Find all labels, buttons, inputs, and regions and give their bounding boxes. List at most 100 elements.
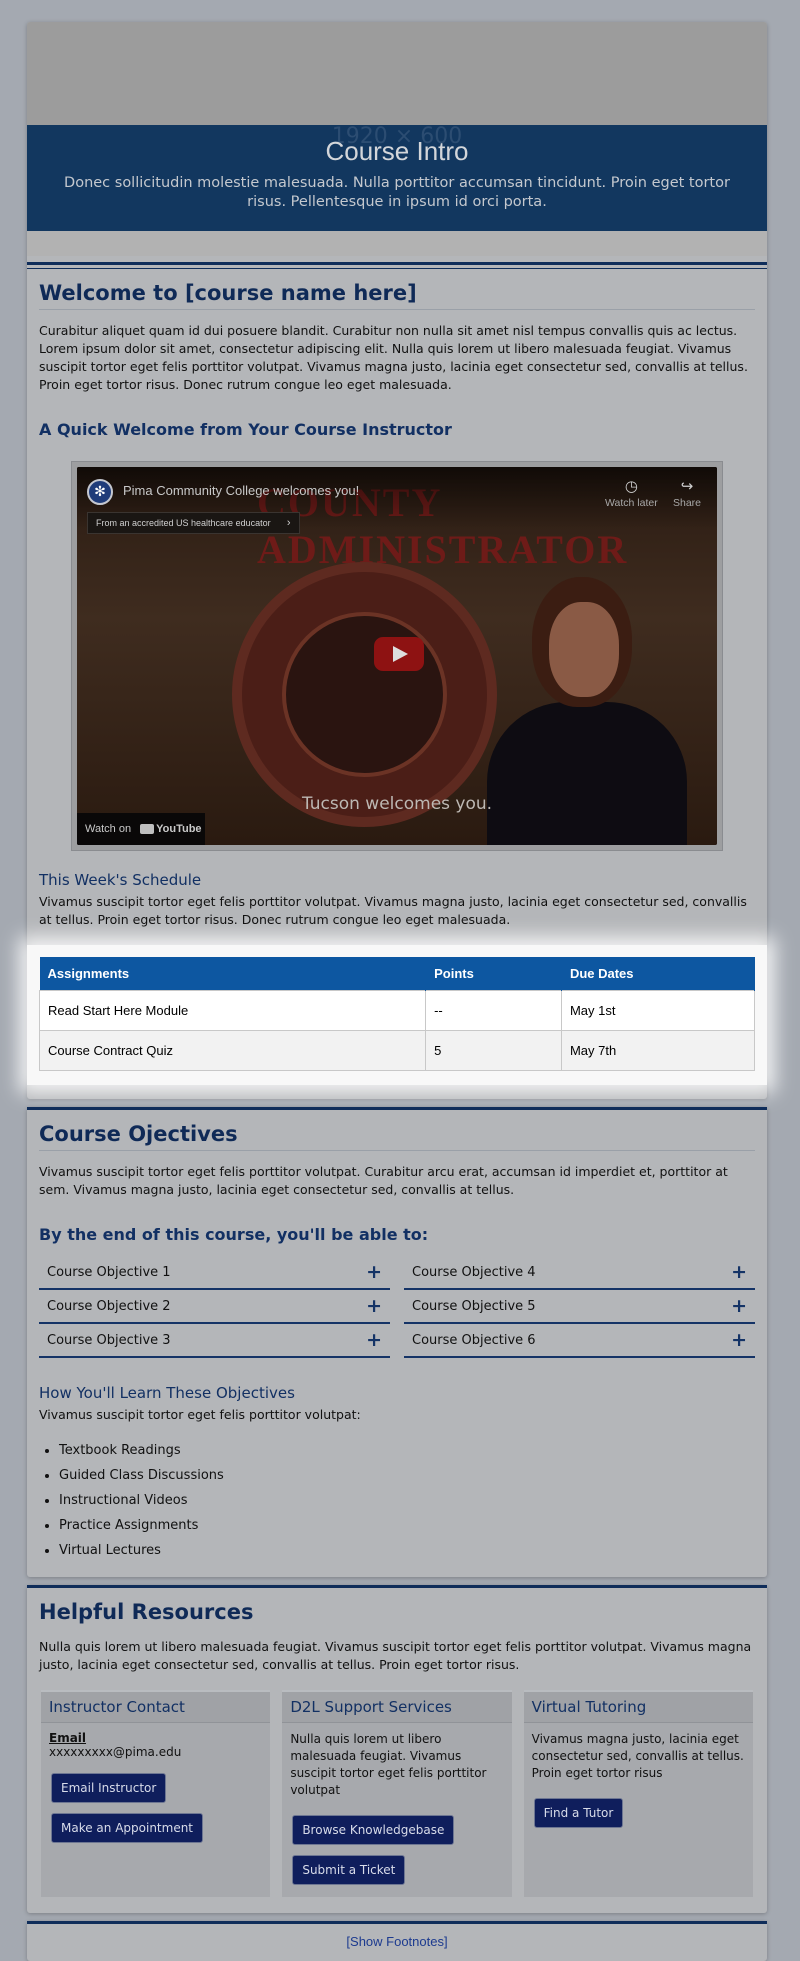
share-icon: ↪	[680, 478, 694, 495]
objectives-column-left: Course Objective 1 + Course Objective 2 …	[39, 1256, 390, 1358]
make-appointment-button[interactable]: Make an Appointment	[51, 1813, 204, 1843]
plus-icon: +	[366, 1329, 382, 1351]
list-item: Instructional Videos	[59, 1488, 755, 1513]
column-header-assignments: Assignments	[39, 957, 427, 991]
video-caption: Tucson welcomes you.	[301, 794, 493, 814]
objective-accordion-item[interactable]: Course Objective 6 +	[404, 1324, 755, 1358]
d2l-support-card: D2L Support Services Nulla quis lorem ut…	[282, 1690, 512, 1897]
video-frame: COUNTY ADMINISTRATOR ✻ Pima Community Co…	[71, 461, 723, 851]
column-header-points: Points	[425, 957, 562, 991]
instructor-buttons: Email Instructor Make an Appointment	[41, 1759, 270, 1843]
email-instructor-button[interactable]: Email Instructor	[51, 1773, 167, 1803]
chevron-right-icon: ›	[286, 517, 291, 529]
able-heading: By the end of this course, you'll be abl…	[39, 1225, 429, 1244]
table-cell: --	[425, 990, 562, 1031]
welcome-title: Welcome to [course name here]	[39, 281, 755, 310]
watch-on-label: Watch on	[85, 823, 132, 835]
objective-accordion-item[interactable]: Course Objective 1 +	[39, 1256, 390, 1290]
objective-label: Course Objective 5	[412, 1298, 536, 1314]
d2l-support-text: Nulla quis lorem ut libero malesuada feu…	[290, 1732, 487, 1797]
welcome-video[interactable]: COUNTY ADMINISTRATOR ✻ Pima Community Co…	[77, 467, 717, 845]
objectives-paragraph: Vivamus suscipit tortor eget felis portt…	[39, 1164, 728, 1197]
list-item: Practice Assignments	[59, 1513, 755, 1538]
schedule-table: Assignments Points Due Dates Read Start …	[38, 957, 756, 1071]
channel-logo-icon[interactable]: ✻	[87, 479, 113, 505]
divider	[27, 262, 767, 265]
info-panel-chip[interactable]: From an accredited US healthcare educato…	[87, 512, 300, 534]
learn-intro: Vivamus suscipit tortor eget felis portt…	[39, 1407, 361, 1422]
objective-label: Course Objective 3	[47, 1332, 171, 1348]
objectives-title: Course Ojectives	[39, 1122, 755, 1151]
plus-icon: +	[731, 1261, 747, 1283]
info-panel-text: From an accredited US healthcare educato…	[96, 518, 271, 528]
objective-accordion-item[interactable]: Course Objective 5 +	[404, 1290, 755, 1324]
column-header-due-dates: Due Dates	[561, 957, 756, 991]
virtual-tutoring-text: Vivamus magna justo, lacinia eget consec…	[531, 1732, 744, 1780]
table-cell: Read Start Here Module	[38, 990, 427, 1031]
welcome-card: 1920 × 600 Course Intro Donec sollicitud…	[27, 22, 767, 1099]
list-item: Guided Class Discussions	[59, 1463, 755, 1488]
instructor-email: xxxxxxxxx@pima.edu	[49, 1745, 182, 1759]
resources-card: Helpful Resources Nulla quis lorem ut li…	[27, 1585, 767, 1913]
welcome-paragraph: Curabitur aliquet quam id dui posuere bl…	[39, 323, 748, 392]
show-footnotes-link[interactable]: [Show Footnotes]	[27, 1924, 767, 1961]
submit-ticket-button[interactable]: Submit a Ticket	[292, 1855, 406, 1885]
banner-subtitle: Donec sollicitudin molestie malesuada. N…	[64, 175, 730, 210]
find-tutor-button[interactable]: Find a Tutor	[533, 1798, 624, 1828]
objective-label: Course Objective 1	[47, 1264, 171, 1280]
table-cell: 5	[425, 1030, 562, 1071]
resources-section: Helpful Resources Nulla quis lorem ut li…	[27, 1588, 767, 1674]
objectives-accordion: Course Objective 1 + Course Objective 2 …	[39, 1256, 755, 1358]
d2l-support-title: D2L Support Services	[282, 1692, 512, 1723]
table-cell: May 1st	[560, 990, 756, 1031]
video-heading: A Quick Welcome from Your Course Instruc…	[39, 420, 452, 439]
plus-icon: +	[731, 1295, 747, 1317]
county-seal-image	[232, 562, 497, 827]
objective-accordion-item[interactable]: Course Objective 4 +	[404, 1256, 755, 1290]
tutoring-buttons: Find a Tutor	[524, 1782, 753, 1828]
schedule-paragraph: Vivamus suscipit tortor eget felis portt…	[39, 894, 747, 927]
plus-icon: +	[366, 1295, 382, 1317]
learn-heading: How You'll Learn These Objectives	[39, 1384, 295, 1402]
objective-label: Course Objective 6	[412, 1332, 536, 1348]
learn-list: Textbook Readings Guided Class Discussio…	[39, 1438, 755, 1563]
browse-knowledgebase-button[interactable]: Browse Knowledgebase	[292, 1815, 455, 1845]
share-label: Share	[673, 497, 702, 509]
schedule-table-highlight: Assignments Points Due Dates Read Start …	[27, 945, 767, 1085]
youtube-logo-icon: YouTube	[140, 813, 202, 845]
share-button[interactable]: ↪ Share	[673, 477, 701, 509]
banner-title: Course Intro	[325, 136, 469, 166]
virtual-tutoring-card: Virtual Tutoring Vivamus magna justo, la…	[523, 1690, 753, 1897]
objective-accordion-item[interactable]: Course Objective 2 +	[39, 1290, 390, 1324]
email-label: Email	[49, 1731, 87, 1745]
table-header-row: Assignments Points Due Dates	[39, 957, 756, 991]
watch-on-youtube-button[interactable]: Watch on YouTube	[77, 813, 205, 845]
video-title[interactable]: Pima Community College welcomes you!	[123, 483, 359, 498]
instructor-contact-card: Instructor Contact Email xxxxxxxxx@pima.…	[41, 1690, 271, 1897]
table-cell: May 7th	[560, 1030, 756, 1071]
resources-paragraph: Nulla quis lorem ut libero malesuada feu…	[39, 1639, 752, 1672]
table-row: Course Contract Quiz 5 May 7th	[38, 1030, 756, 1071]
course-page: 1920 × 600 Course Intro Donec sollicitud…	[27, 22, 767, 1961]
d2l-buttons: Browse Knowledgebase Submit a Ticket	[282, 1799, 511, 1885]
objectives-section: Course Ojectives Vivamus suscipit tortor…	[27, 1110, 767, 1577]
resource-cards: Instructor Contact Email xxxxxxxxx@pima.…	[41, 1690, 753, 1897]
welcome-section: Welcome to [course name here] Curabitur …	[27, 269, 767, 1099]
play-button-icon[interactable]	[374, 637, 424, 671]
objectives-card: Course Ojectives Vivamus suscipit tortor…	[27, 1107, 767, 1577]
instructor-contact-title: Instructor Contact	[41, 1692, 271, 1723]
watch-later-button[interactable]: ◷ Watch later	[605, 477, 658, 509]
objective-label: Course Objective 2	[47, 1298, 171, 1314]
plus-icon: +	[731, 1329, 747, 1351]
resources-title: Helpful Resources	[39, 1600, 254, 1624]
clock-icon: ◷	[624, 478, 638, 495]
objective-accordion-item[interactable]: Course Objective 3 +	[39, 1324, 390, 1358]
table-row: Read Start Here Module -- May 1st	[38, 990, 756, 1031]
objectives-column-right: Course Objective 4 + Course Objective 5 …	[404, 1256, 755, 1358]
plus-icon: +	[366, 1261, 382, 1283]
virtual-tutoring-title: Virtual Tutoring	[523, 1692, 753, 1723]
table-cell: Course Contract Quiz	[38, 1030, 427, 1071]
list-item: Textbook Readings	[59, 1438, 755, 1463]
banner: 1920 × 600 Course Intro Donec sollicitud…	[27, 22, 767, 256]
objective-label: Course Objective 4	[412, 1264, 536, 1280]
